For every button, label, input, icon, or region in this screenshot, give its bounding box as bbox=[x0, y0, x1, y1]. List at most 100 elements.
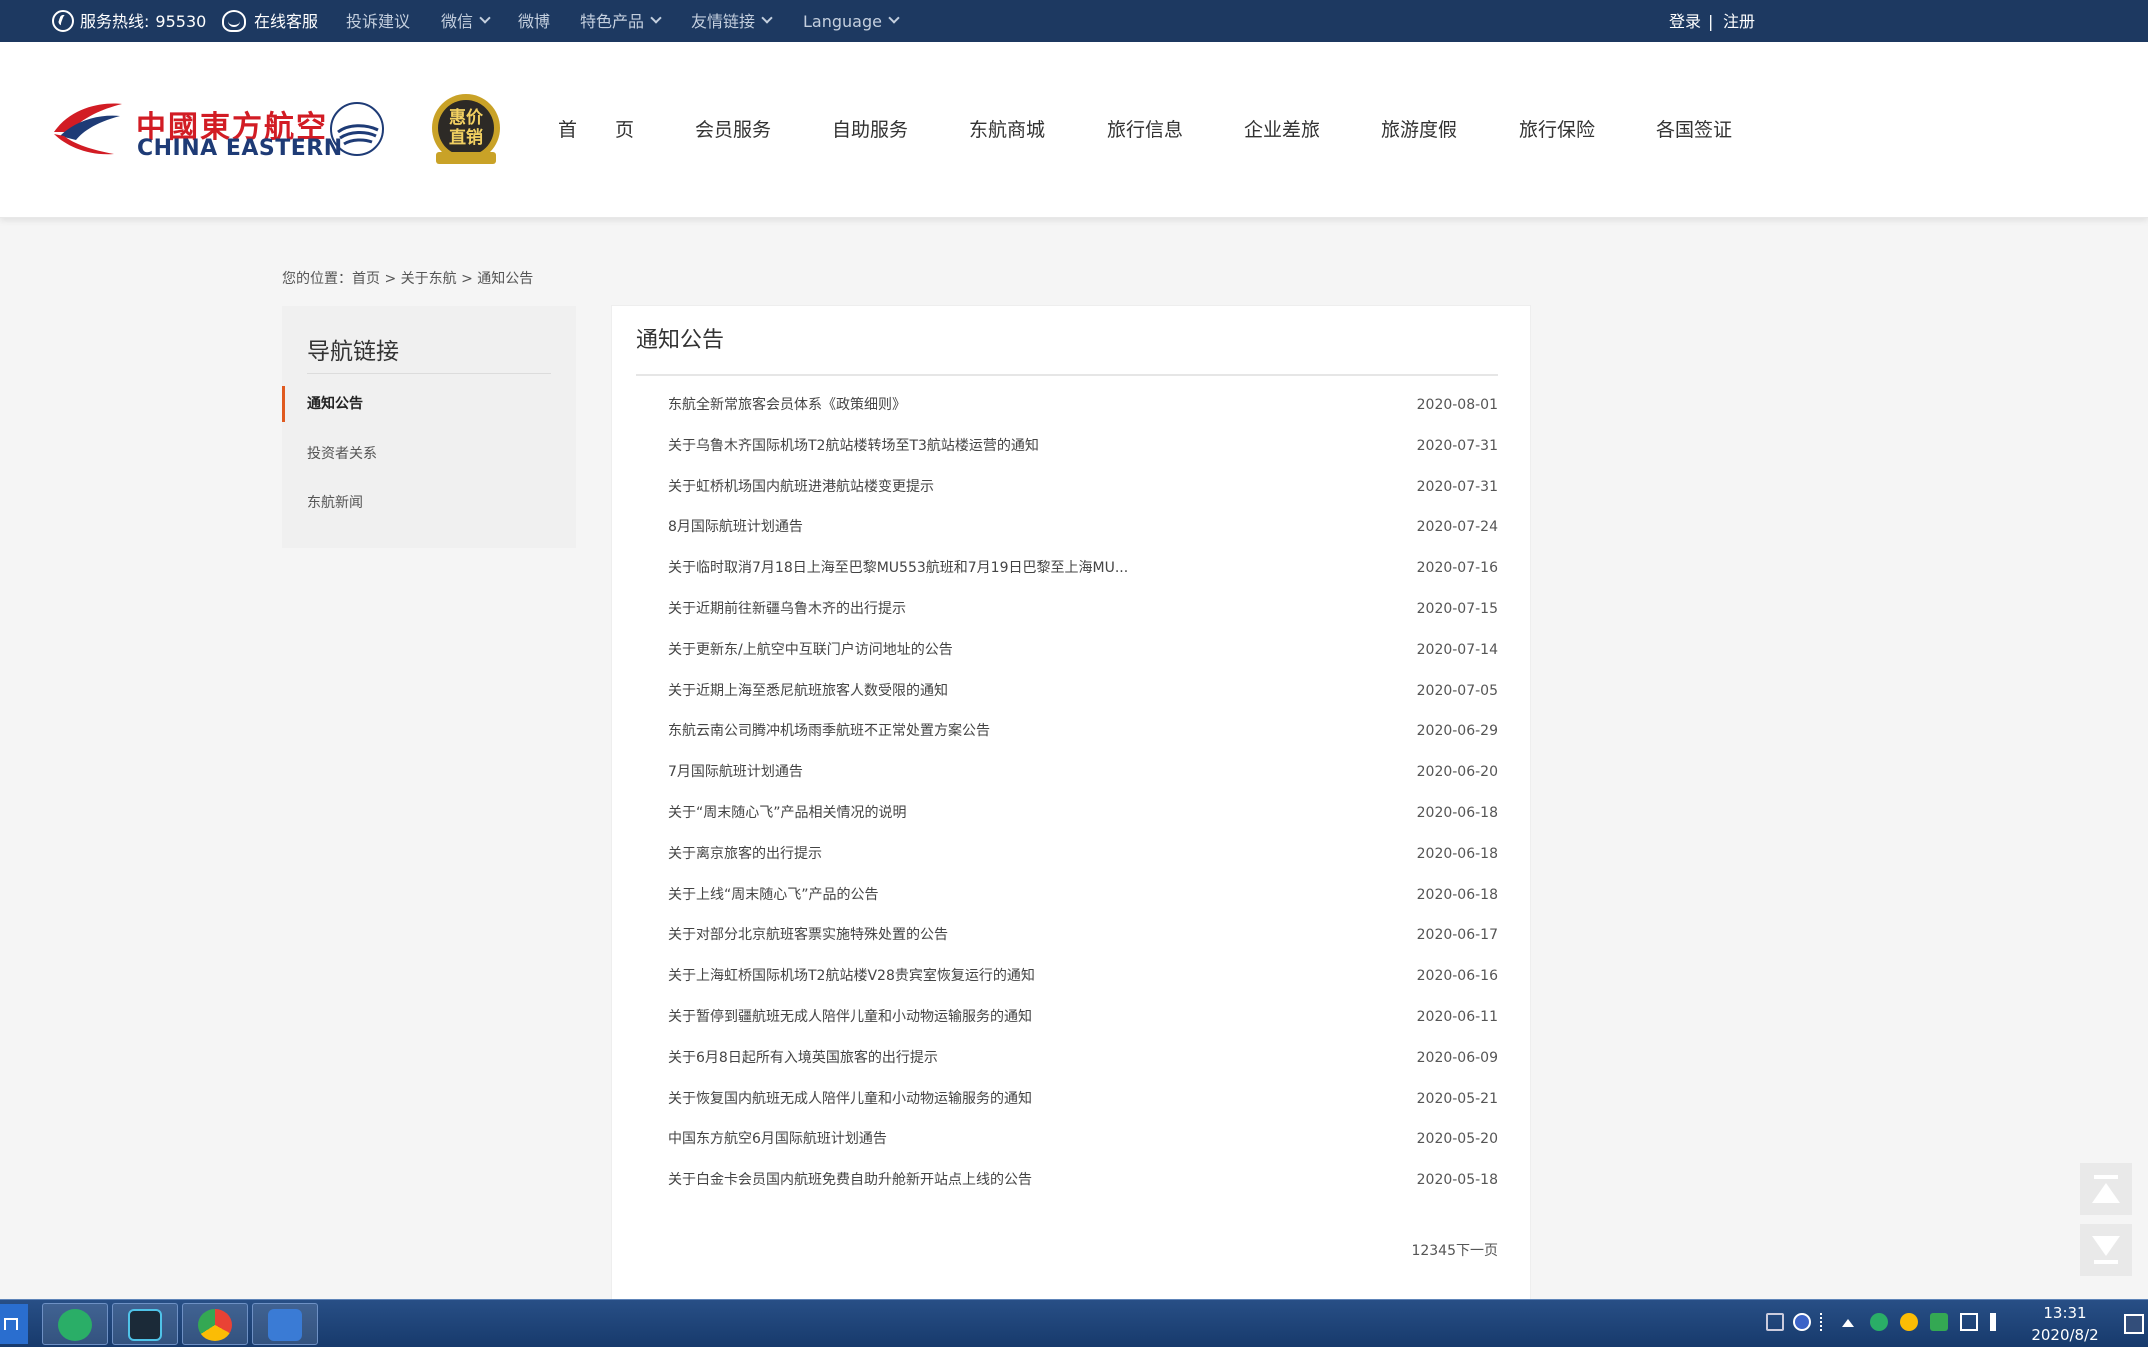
china-eastern-logo-icon[interactable] bbox=[52, 100, 124, 160]
nav-travel-insurance[interactable]: 旅行保险 bbox=[1519, 42, 1595, 218]
nav-visas[interactable]: 各国签证 bbox=[1656, 42, 1732, 218]
notice-title-link[interactable]: 关于白金卡会员国内航班免费自助升舱新开站点上线的公告 bbox=[668, 1168, 1032, 1192]
notice-row[interactable]: 东航全新常旅客会员体系《政策细则》 2020-08-01 bbox=[668, 393, 1498, 417]
wechat-tray-icon[interactable] bbox=[1870, 1313, 1888, 1331]
chevron-down-icon bbox=[479, 12, 491, 24]
notice-title-link[interactable]: 关于暂停到疆航班无成人陪伴儿童和小动物运输服务的通知 bbox=[668, 1005, 1032, 1029]
notice-row[interactable]: 关于暂停到疆航班无成人陪伴儿童和小动物运输服务的通知 2020-06-11 bbox=[668, 1005, 1498, 1029]
scroll-top-button[interactable] bbox=[2080, 1163, 2132, 1215]
notice-date: 2020-06-18 bbox=[1416, 886, 1498, 903]
notice-title-link[interactable]: 关于6月8日起所有入境英国旅客的出行提示 bbox=[668, 1046, 938, 1070]
notice-title-link[interactable]: 8月国际航班计划通告 bbox=[668, 515, 803, 539]
notification-icon[interactable] bbox=[2124, 1314, 2144, 1334]
notice-title-link[interactable]: 关于虹桥机场国内航班进港航站楼变更提示 bbox=[668, 475, 934, 499]
notice-title-link[interactable]: 东航云南公司腾冲机场雨季航班不正常处置方案公告 bbox=[668, 719, 990, 743]
discount-direct-badge[interactable]: 惠价 直销 bbox=[428, 92, 504, 168]
notice-date: 2020-07-15 bbox=[1416, 601, 1498, 617]
notice-date: 2020-05-20 bbox=[1416, 1131, 1498, 1148]
pagination[interactable]: 12345下一页 bbox=[1411, 1240, 1498, 1260]
top-bar: 服务热线: 95530 在线客服 投诉建议 微信 微博 特色产品 友情链接 La… bbox=[0, 0, 2148, 42]
skyteam-logo-icon bbox=[330, 102, 384, 156]
wechat-menu[interactable]: 微信 bbox=[441, 0, 491, 42]
nav-business-travel[interactable]: 企业差旅 bbox=[1244, 42, 1320, 218]
notice-row[interactable]: 关于上线“周末随心飞”产品的公告 2020-06-18 bbox=[668, 883, 1498, 907]
app-tray-icon[interactable] bbox=[1900, 1313, 1918, 1331]
volume-tray-icon[interactable] bbox=[1990, 1313, 2008, 1331]
system-clock[interactable]: 13:31 2020/8/2 bbox=[2030, 1302, 2100, 1346]
notice-row[interactable]: 关于“周末随心飞”产品相关情况的说明 2020-06-18 bbox=[668, 801, 1498, 825]
notice-row[interactable]: 关于白金卡会员国内航班免费自助升舱新开站点上线的公告 2020-05-18 bbox=[668, 1168, 1498, 1192]
sidebar-item-investor-relations[interactable]: 投资者关系 bbox=[282, 436, 576, 472]
network-tray-icon[interactable] bbox=[1960, 1313, 1978, 1331]
notice-row[interactable]: 7月国际航班计划通告 2020-06-20 bbox=[668, 760, 1498, 784]
notice-date: 2020-06-09 bbox=[1416, 1049, 1498, 1066]
notice-row[interactable]: 关于乌鲁木齐国际机场T2航站楼转场至T3航站楼运营的通知 2020-07-31 bbox=[668, 434, 1498, 458]
chevron-down-icon bbox=[888, 12, 900, 24]
notice-title-link[interactable]: 关于乌鲁木齐国际机场T2航站楼转场至T3航站楼运营的通知 bbox=[668, 434, 1039, 458]
sidebar: 导航链接 通知公告 投资者关系 东航新闻 bbox=[282, 306, 576, 548]
notice-title-link[interactable]: 7月国际航班计划通告 bbox=[668, 760, 803, 784]
notice-row[interactable]: 关于临时取消7月18日上海至巴黎MU553航班和7月19日巴黎至上海MU... 2… bbox=[668, 556, 1498, 580]
notice-row[interactable]: 关于对部分北京航班客票实施特殊处置的公告 2020-06-17 bbox=[668, 923, 1498, 947]
notice-row[interactable]: 关于恢复国内航班无成人陪伴儿童和小动物运输服务的通知 2020-05-21 bbox=[668, 1087, 1498, 1111]
notice-title-link[interactable]: 关于上线“周末随心飞”产品的公告 bbox=[668, 883, 879, 907]
notice-row[interactable]: 中国东方航空6月国际航班计划通告 2020-05-20 bbox=[668, 1127, 1498, 1151]
keyboard-tray-icon[interactable] bbox=[1766, 1313, 1784, 1331]
notice-date: 2020-08-01 bbox=[1416, 397, 1498, 413]
nav-mall[interactable]: 东航商城 bbox=[969, 42, 1045, 218]
nav-vacations[interactable]: 旅游度假 bbox=[1381, 42, 1457, 218]
input-method-tray-icon[interactable] bbox=[1820, 1313, 1838, 1331]
scroll-bottom-button[interactable] bbox=[2080, 1224, 2132, 1276]
weibo-link[interactable]: 微博 bbox=[518, 0, 550, 42]
taskbar-app-nox[interactable] bbox=[112, 1303, 178, 1345]
site-header: 中國東方航空 CHINA EASTERN 惠价 直销 首 页 会员服务 自助服务… bbox=[0, 42, 2148, 218]
notice-row[interactable]: 关于虹桥机场国内航班进港航站楼变更提示 2020-07-31 bbox=[668, 475, 1498, 499]
notice-title-link[interactable]: 东航全新常旅客会员体系《政策细则》 bbox=[668, 393, 906, 417]
notice-title-link[interactable]: 关于上海虹桥国际机场T2航站楼V28贵宾室恢复运行的通知 bbox=[668, 964, 1035, 988]
breadcrumb[interactable]: 您的位置：首页 > 关于东航 > 通知公告 bbox=[282, 268, 533, 288]
notice-title-link[interactable]: 关于对部分北京航班客票实施特殊处置的公告 bbox=[668, 923, 948, 947]
nav-home[interactable]: 首 页 bbox=[558, 42, 634, 218]
online-service-link[interactable]: 在线客服 bbox=[222, 0, 318, 42]
online-service-label: 在线客服 bbox=[254, 11, 319, 31]
notice-date: 2020-07-05 bbox=[1416, 682, 1498, 699]
language-menu[interactable]: Language bbox=[803, 0, 900, 42]
notice-row[interactable]: 关于上海虹桥国际机场T2航站楼V28贵宾室恢复运行的通知 2020-06-16 bbox=[668, 964, 1498, 988]
logo-english-text[interactable]: CHINA EASTERN bbox=[137, 136, 343, 161]
nav-member-services[interactable]: 会员服务 bbox=[695, 42, 771, 218]
notice-row[interactable]: 东航云南公司腾冲机场雨季航班不正常处置方案公告 2020-06-29 bbox=[668, 719, 1498, 743]
language-label: Language bbox=[803, 11, 882, 31]
notice-title-link[interactable]: 关于更新东/上航空中互联门户访问地址的公告 bbox=[668, 638, 953, 662]
notice-title-link[interactable]: 关于离京旅客的出行提示 bbox=[668, 842, 822, 866]
friendly-links-menu[interactable]: 友情链接 bbox=[691, 0, 773, 42]
special-products-menu[interactable]: 特色产品 bbox=[580, 0, 662, 42]
chevron-up-icon[interactable] bbox=[1842, 1319, 1854, 1327]
shield-tray-icon[interactable] bbox=[1930, 1313, 1948, 1331]
taskbar-app-wechat[interactable] bbox=[42, 1303, 108, 1345]
taskbar-app-browser[interactable] bbox=[182, 1303, 248, 1345]
notice-title-link[interactable]: 关于恢复国内航班无成人陪伴儿童和小动物运输服务的通知 bbox=[668, 1087, 1032, 1111]
notice-row[interactable]: 8月国际航班计划通告 2020-07-24 bbox=[668, 515, 1498, 539]
notice-title-link[interactable]: 关于临时取消7月18日上海至巴黎MU553航班和7月19日巴黎至上海MU... bbox=[668, 556, 1128, 580]
sidebar-item-notices[interactable]: 通知公告 bbox=[282, 386, 576, 422]
notice-title-link[interactable]: 中国东方航空6月国际航班计划通告 bbox=[668, 1127, 887, 1151]
nav-travel-info[interactable]: 旅行信息 bbox=[1107, 42, 1183, 218]
hotline: 服务热线: 95530 bbox=[52, 0, 206, 42]
notice-row[interactable]: 关于近期上海至悉尼航班旅客人数受限的通知 2020-07-05 bbox=[668, 679, 1498, 703]
start-button[interactable] bbox=[0, 1304, 28, 1344]
nav-self-service[interactable]: 自助服务 bbox=[832, 42, 908, 218]
hotline-label: 服务热线: bbox=[80, 11, 150, 31]
help-tray-icon[interactable] bbox=[1793, 1313, 1811, 1331]
complaint-link[interactable]: 投诉建议 bbox=[346, 0, 410, 42]
notice-row[interactable]: 关于近期前往新疆乌鲁木齐的出行提示 2020-07-15 bbox=[668, 597, 1498, 621]
register-link[interactable]: 注册 bbox=[1723, 0, 1755, 42]
sidebar-item-news[interactable]: 东航新闻 bbox=[282, 485, 576, 521]
taskbar-app-manager[interactable] bbox=[252, 1303, 318, 1345]
notice-row[interactable]: 关于更新东/上航空中互联门户访问地址的公告 2020-07-14 bbox=[668, 638, 1498, 662]
notice-row[interactable]: 关于6月8日起所有入境英国旅客的出行提示 2020-06-09 bbox=[668, 1046, 1498, 1070]
notice-title-link[interactable]: 关于“周末随心飞”产品相关情况的说明 bbox=[668, 801, 907, 825]
login-link[interactable]: 登录 bbox=[1669, 0, 1701, 42]
notice-row[interactable]: 关于离京旅客的出行提示 2020-06-18 bbox=[668, 842, 1498, 866]
notice-title-link[interactable]: 关于近期前往新疆乌鲁木齐的出行提示 bbox=[668, 597, 906, 621]
notice-title-link[interactable]: 关于近期上海至悉尼航班旅客人数受限的通知 bbox=[668, 679, 948, 703]
